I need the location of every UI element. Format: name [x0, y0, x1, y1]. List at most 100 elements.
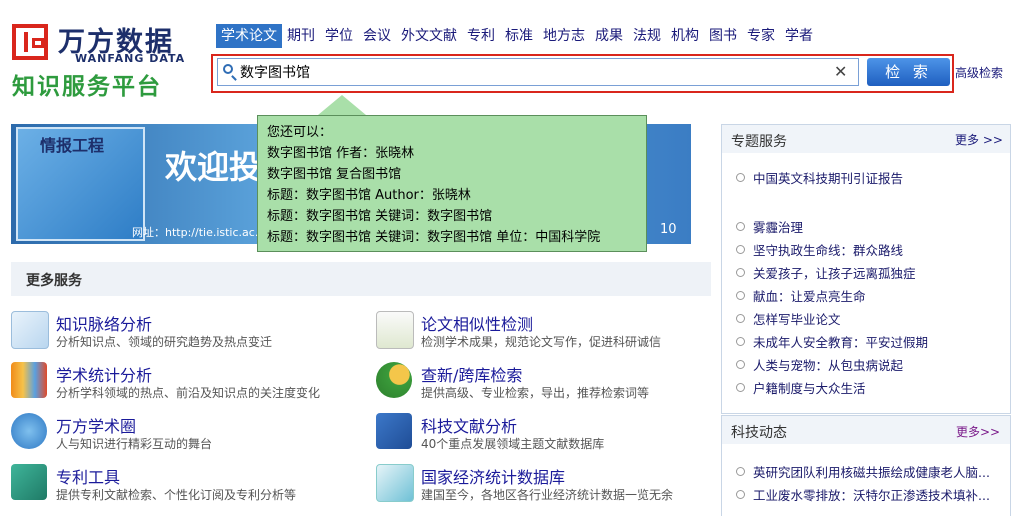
topic-label: 雾霾治理: [753, 220, 804, 235]
special-topics-title: 专题服务: [731, 134, 787, 150]
search-person-icon: [376, 362, 412, 398]
tech-news-more-link[interactable]: 更多>>: [956, 423, 1000, 440]
more-services-header: [11, 262, 711, 296]
special-topic-featured[interactable]: 中国英文科技期刊引证报告: [736, 167, 1001, 190]
list-item[interactable]: 未成年人安全教育：平安过假期: [736, 331, 1001, 354]
suggestion-item[interactable]: 标题：数字图书馆 Author：张晓林: [267, 185, 646, 206]
search-input[interactable]: [217, 58, 859, 86]
service-desc: 分析学科领域的热点、前沿及知识点的关注度变化: [56, 386, 321, 400]
service-patent-tools[interactable]: 专利工具: [56, 464, 120, 488]
banner-page-number[interactable]: 10: [660, 222, 677, 237]
topic-label: 怎样写毕业论文: [753, 312, 841, 327]
list-item[interactable]: 人类与宠物：从包虫病说起: [736, 354, 1001, 377]
tab-foreign[interactable]: 外文文献: [396, 24, 462, 48]
service-academic-circle[interactable]: 万方学术圈: [56, 413, 136, 437]
list-item[interactable]: 工业废水零排放：沃特尔正渗透技术填补...: [736, 484, 1001, 507]
suggestion-item[interactable]: 标题：数字图书馆 关键词：数字图书馆 单位：中国科学院: [267, 227, 646, 248]
search-icon: [223, 64, 233, 74]
banner-url: 网址：http://tie.istic.ac.cn: [132, 226, 272, 239]
service-desc: 检测学术成果，规范论文写作，促进科研诚信: [421, 335, 662, 349]
tab-conferences[interactable]: 会议: [358, 24, 396, 48]
search-input-value[interactable]: 数字图书馆: [240, 62, 310, 82]
tab-achievements[interactable]: 成果: [590, 24, 628, 48]
topic-label: 中国英文科技期刊引证报告: [753, 171, 904, 186]
topic-label: 坚守执政生命线：群众路线: [753, 243, 904, 258]
service-desc: 提供专利文献检索、个性化订阅及专利分析等: [56, 488, 297, 502]
bullet-icon: [736, 360, 745, 369]
service-desc: 提供高级、专业检索，导出，推荐检索词等: [421, 386, 650, 400]
suggestion-item[interactable]: 标题：数字图书馆 关键词：数字图书馆: [267, 206, 646, 227]
bullet-icon: [736, 314, 745, 323]
service-desc: 建国至今，各地区各行业经济统计数据一览无余: [421, 488, 674, 502]
category-tabs: 学术论文 期刊 学位 会议 外文文献 专利 标准 地方志 成果 法规 机构 图书…: [216, 24, 818, 48]
list-item[interactable]: 户籍制度与大众生活: [736, 377, 1001, 400]
service-cross-search[interactable]: 查新/跨库检索: [421, 362, 522, 386]
service-knowledge-analysis[interactable]: 知识脉络分析: [56, 311, 152, 335]
advanced-search-link[interactable]: 高级检索: [955, 64, 1003, 81]
logo-platform-name: 知识服务平台: [12, 74, 162, 100]
tech-news-list: 英研究团队利用核磁共振绘成健康老人脑... 工业废水零排放：沃特尔正渗透技术填补…: [736, 461, 1001, 507]
tooltip-pointer: [318, 95, 366, 115]
list-item[interactable]: 坚守执政生命线：群众路线: [736, 239, 1001, 262]
bullet-icon: [736, 268, 745, 277]
bullet-icon: [736, 291, 745, 300]
service-literature-analysis[interactable]: 科技文献分析: [421, 413, 517, 437]
suggestion-item[interactable]: 数字图书馆 复合图书馆: [267, 164, 646, 185]
special-topics-list: 雾霾治理 坚守执政生命线：群众路线 关爱孩子，让孩子远离孤独症 献血：让爱点亮生…: [736, 216, 1001, 400]
bar-chart-icon: [11, 362, 47, 398]
bullet-icon: [736, 173, 745, 182]
service-statistics[interactable]: 学术统计分析: [56, 362, 152, 386]
suggestion-heading: 您还可以：: [267, 125, 333, 140]
service-desc: 40个重点发展领域主题文献数据库: [421, 437, 605, 451]
tab-papers[interactable]: 学术论文: [216, 24, 282, 48]
topic-label: 未成年人安全教育：平安过假期: [753, 335, 929, 350]
topic-label: 关爱孩子，让孩子远离孤独症: [753, 266, 916, 281]
list-item[interactable]: 关爱孩子，让孩子远离孤独症: [736, 262, 1001, 285]
clear-icon[interactable]: ✕: [834, 62, 847, 81]
cube-icon: [376, 464, 414, 502]
tab-degrees[interactable]: 学位: [320, 24, 358, 48]
bullet-icon: [736, 245, 745, 254]
document-icon: [376, 311, 414, 349]
search-suggestion-popup: 您还可以： 数字图书馆 作者：张晓林 数字图书馆 复合图书馆 标题：数字图书馆 …: [257, 115, 647, 252]
bullet-icon: [736, 383, 745, 392]
bullet-icon: [736, 337, 745, 346]
news-label: 英研究团队利用核磁共振绘成健康老人脑...: [753, 465, 990, 480]
news-label: 工业废水零排放：沃特尔正渗透技术填补...: [753, 488, 990, 503]
topic-label: 人类与宠物：从包虫病说起: [753, 358, 904, 373]
special-topics-more-link[interactable]: 更多 >>: [955, 131, 1003, 148]
suggestion-item[interactable]: 数字图书馆 作者：张晓林: [267, 143, 646, 164]
tab-institutions[interactable]: 机构: [666, 24, 704, 48]
list-item[interactable]: 献血：让爱点亮生命: [736, 285, 1001, 308]
magazine-title: 情报工程: [40, 136, 105, 155]
logo-mark-icon: [12, 24, 48, 60]
service-similarity-check[interactable]: 论文相似性检测: [421, 311, 533, 335]
tab-laws[interactable]: 法规: [628, 24, 666, 48]
logo-subtitle-en: WANFANG DATA: [75, 52, 186, 65]
topic-label: 献血：让爱点亮生命: [753, 289, 866, 304]
more-services-title: 更多服务: [26, 273, 82, 289]
banner-title: 欢迎投: [165, 148, 262, 186]
folder-star-icon: [376, 413, 412, 449]
list-item[interactable]: 怎样写毕业论文: [736, 308, 1001, 331]
list-item[interactable]: 英研究团队利用核磁共振绘成健康老人脑...: [736, 461, 1001, 484]
bullet-icon: [736, 467, 745, 476]
topic-label: 户籍制度与大众生活: [753, 381, 866, 396]
tab-experts[interactable]: 专家: [742, 24, 780, 48]
service-desc: 人与知识进行精彩互动的舞台: [56, 437, 213, 451]
search-button[interactable]: 检 索: [867, 58, 950, 86]
tab-journals[interactable]: 期刊: [282, 24, 320, 48]
tab-local-chronicles[interactable]: 地方志: [538, 24, 590, 48]
book-icon: [11, 464, 47, 500]
list-item[interactable]: 雾霾治理: [736, 216, 1001, 239]
globe-people-icon: [11, 413, 47, 449]
tab-standards[interactable]: 标准: [500, 24, 538, 48]
tab-books[interactable]: 图书: [704, 24, 742, 48]
bullet-icon: [736, 222, 745, 231]
tech-news-title: 科技动态: [731, 425, 787, 441]
tab-patents[interactable]: 专利: [462, 24, 500, 48]
service-economic-database[interactable]: 国家经济统计数据库: [421, 464, 565, 488]
service-desc: 分析知识点、领域的研究趋势及热点变迁: [56, 335, 273, 349]
tab-scholars[interactable]: 学者: [780, 24, 818, 48]
bullet-icon: [736, 490, 745, 499]
